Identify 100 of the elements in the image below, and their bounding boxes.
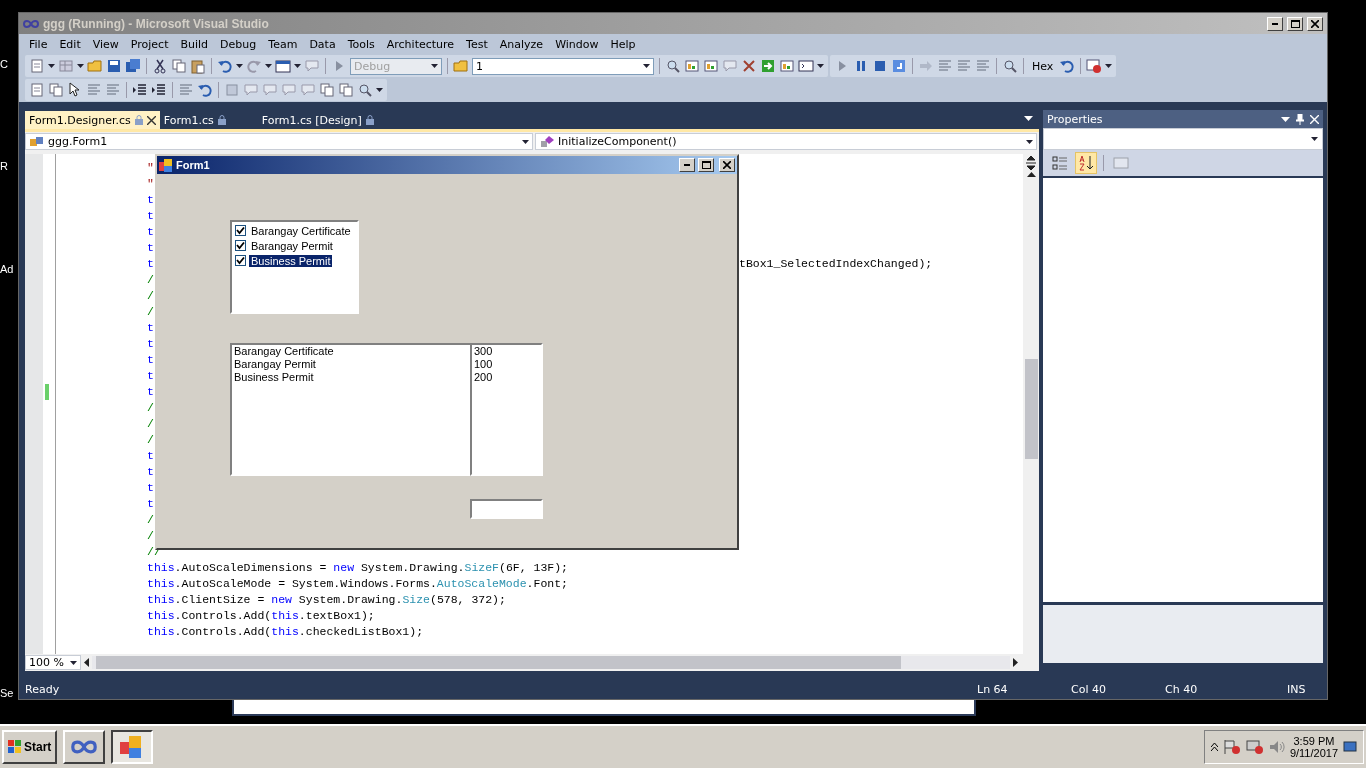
find-icon[interactable] [665, 58, 681, 74]
copy-icon[interactable] [319, 82, 335, 98]
search-combo[interactable]: 1 [472, 57, 654, 75]
cut-icon[interactable] [152, 58, 168, 74]
stop-icon[interactable] [872, 58, 888, 74]
scrollbar-thumb[interactable] [1024, 359, 1038, 459]
taskbar-button[interactable] [111, 730, 154, 764]
infinity-icon [23, 18, 39, 29]
menu-item[interactable]: Debug [214, 37, 263, 51]
document-tab[interactable]: Form1.cs [159, 111, 258, 129]
caret-icon[interactable] [1210, 743, 1218, 751]
menu-item[interactable]: Build [174, 37, 215, 51]
dropdown-arrow-icon[interactable] [294, 64, 301, 68]
list-item[interactable]: Business Permit [234, 371, 468, 384]
close-button[interactable] [1307, 16, 1323, 31]
maximize-button[interactable] [1287, 16, 1303, 31]
menu-item[interactable]: Data [303, 37, 342, 51]
input-field[interactable] [470, 499, 543, 519]
code-line: / [147, 288, 154, 304]
list-item[interactable]: Barangay Permit [234, 358, 468, 371]
find-icon[interactable] [357, 82, 373, 98]
console-icon[interactable] [798, 58, 814, 74]
scrollbar-thumb[interactable] [96, 656, 901, 669]
list-item[interactable]: 100 [474, 358, 539, 371]
member-dropdown[interactable]: InitializeComponent() [535, 133, 1037, 150]
dropdown-arrow-icon[interactable] [77, 64, 84, 68]
code-line: t [147, 464, 154, 480]
menu-item[interactable]: View [86, 37, 125, 51]
copy-icon[interactable] [338, 82, 354, 98]
menu-item[interactable]: Window [549, 37, 605, 51]
document-tab[interactable]: Form1.Designer.cs [25, 111, 160, 129]
indent-icon[interactable] [132, 82, 148, 98]
window-icon[interactable] [275, 58, 291, 74]
dropdown-arrow-icon[interactable] [265, 64, 272, 68]
split-icon[interactable] [1025, 156, 1037, 170]
dropdown-arrow-icon[interactable] [48, 64, 55, 68]
dropdown-arrow-icon[interactable] [1026, 139, 1033, 144]
dropdown-arrow-icon[interactable] [1105, 64, 1113, 68]
chart-icon[interactable] [779, 58, 795, 74]
hex-button[interactable]: Hex [1029, 59, 1057, 73]
list-item[interactable]: Barangay Certificate [234, 345, 468, 358]
document-icon[interactable] [29, 82, 45, 98]
menu-item[interactable]: Project [124, 37, 175, 51]
type-dropdown[interactable]: ggg.Form1 [25, 133, 533, 150]
restart-icon[interactable] [891, 58, 907, 74]
magnifier-icon[interactable] [1002, 58, 1018, 74]
start-button[interactable]: Start [2, 730, 58, 764]
pin-icon[interactable] [1296, 113, 1304, 125]
paste-icon[interactable] [190, 58, 206, 74]
chart-icon[interactable] [703, 58, 719, 74]
minimize-button[interactable] [1267, 16, 1283, 31]
sort-az-button[interactable] [1075, 152, 1097, 174]
dropdown-arrow-icon[interactable] [1024, 116, 1033, 121]
save-all-icon[interactable] [125, 58, 141, 74]
list-item[interactable]: 200 [474, 371, 539, 384]
menu-item[interactable]: Architecture [380, 37, 461, 51]
checkbox[interactable] [235, 255, 246, 266]
speaker-icon[interactable] [1268, 739, 1285, 755]
outdent-icon[interactable] [151, 82, 167, 98]
lock-icon [365, 115, 374, 125]
menu-item[interactable]: File [23, 37, 54, 51]
dropdown-arrow-icon[interactable] [643, 64, 650, 68]
dropdown-arrow-icon[interactable] [236, 64, 243, 68]
flag-icon[interactable] [1222, 739, 1241, 755]
menu-item[interactable]: Analyze [493, 37, 550, 51]
menu-item[interactable]: Help [604, 37, 642, 51]
menu-item[interactable]: Team [262, 37, 304, 51]
dropdown-arrow-icon[interactable] [70, 660, 77, 665]
undo-icon[interactable] [217, 58, 233, 74]
list-item[interactable]: Business Permit [249, 254, 333, 267]
dropdown-arrow-icon[interactable] [1281, 116, 1290, 122]
scroll-left-icon[interactable] [84, 658, 89, 667]
tools-icon[interactable] [741, 58, 757, 74]
show-desktop-icon[interactable] [1343, 741, 1357, 753]
checkbox[interactable] [235, 225, 246, 236]
zoom-dropdown[interactable]: 100 % [25, 655, 81, 670]
maximize-button[interactable] [698, 158, 714, 172]
scroll-right-icon[interactable] [1013, 658, 1018, 667]
document-tab[interactable]: Form1.cs [Design] [257, 111, 378, 129]
menu-item[interactable]: Edit [53, 37, 87, 51]
dropdown-arrow-icon[interactable] [1311, 137, 1318, 141]
menu-item[interactable]: Tools [341, 37, 381, 51]
close-button[interactable] [719, 158, 735, 172]
menu-item[interactable]: Test [460, 37, 494, 51]
dropdown-arrow-icon[interactable] [376, 88, 383, 92]
save-icon[interactable] [106, 58, 122, 74]
breakpoint-icon[interactable] [1086, 58, 1103, 74]
list-item[interactable]: 300 [474, 345, 539, 358]
chart-icon[interactable] [684, 58, 700, 74]
list-item[interactable]: Barangay Certificate [249, 224, 353, 237]
return-icon[interactable] [197, 82, 213, 98]
checkbox[interactable] [235, 240, 246, 251]
network-icon[interactable] [1245, 739, 1264, 755]
dropdown-arrow-icon[interactable] [817, 64, 824, 68]
dropdown-arrow-icon[interactable] [522, 139, 529, 144]
list-item[interactable]: Barangay Permit [249, 239, 335, 252]
lock-icon [217, 115, 226, 125]
minimize-button[interactable] [679, 158, 695, 172]
scroll-up-icon[interactable] [1026, 172, 1036, 177]
close-icon[interactable] [146, 115, 156, 125]
